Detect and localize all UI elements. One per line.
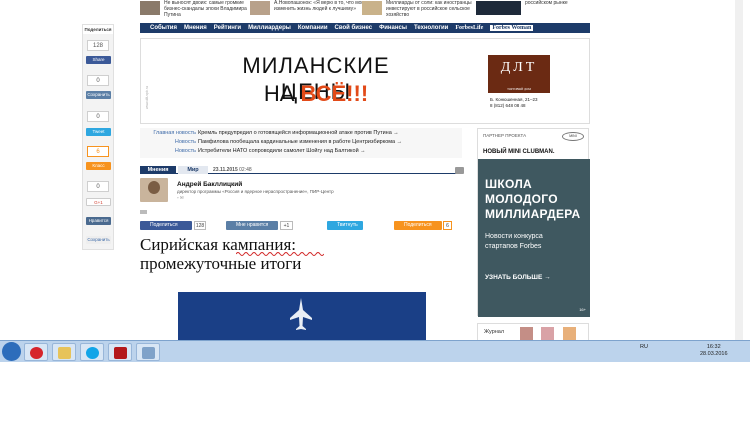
banner-vertical-text: www.dlt-spb.ru [145, 86, 149, 109]
start-button[interactable] [2, 342, 21, 361]
ok-class-button[interactable]: Класс [86, 162, 111, 170]
fb-share-button[interactable]: Поделиться [140, 221, 192, 230]
tweet-button[interactable]: Твитнуть [327, 221, 363, 230]
vk-save-count: 0 [87, 75, 109, 86]
magazine-cover[interactable] [541, 327, 554, 341]
top-news-strip: Не выносят двоих: самые громкие бизнес-с… [140, 0, 590, 22]
blank-area [0, 362, 750, 422]
save-button[interactable]: Сохранить [86, 236, 111, 244]
print-icon[interactable] [455, 167, 464, 174]
vk-like-count: +1 [280, 221, 293, 230]
ok-share-count: 6 [443, 221, 452, 230]
spellcheck-underline-icon [236, 252, 324, 256]
partner-promo-box[interactable]: ШКОЛА МОЛОДОГО МИЛЛИАРДЕРА Новости конку… [478, 159, 590, 317]
author-name[interactable]: Андрей Бакллицкий [177, 181, 242, 188]
journal-label: Журнал [484, 329, 505, 335]
tab-world[interactable]: Мир [178, 166, 208, 174]
article-photo [178, 292, 426, 340]
news-thumbnail [140, 1, 160, 15]
nav-item-ratings[interactable]: Рейтинги [214, 25, 241, 31]
banner-line-2: НА ВСЁ!!! [263, 81, 369, 106]
tweet-count: 0 [87, 111, 109, 122]
tweet-button[interactable]: Tweet [86, 128, 111, 136]
article-share-bar: Поделиться 128 Мне нравится +1 Твитнуть … [140, 221, 470, 231]
magazine-cover[interactable] [520, 327, 533, 341]
magazine-cover[interactable] [563, 327, 576, 341]
fb-share-count: 128 [194, 221, 206, 230]
news-thumbnail [250, 1, 270, 15]
dlt-logo: ДЛТ ТОРГОВЫЙ ДОМ [488, 55, 550, 93]
nav-item-events[interactable]: События [150, 25, 177, 31]
windows-taskbar: RU 16:32 28.03.2016 [0, 340, 750, 362]
article-tabs: Мнения Мир [140, 166, 462, 174]
headline-row[interactable]: Новость Истребители НАТО сопроводили само… [140, 147, 462, 156]
nav-item-forbeslife[interactable]: ForbesLife [455, 25, 483, 31]
jet-plane-icon [290, 298, 312, 330]
main-nav: События Мнения Рейтинги Миллиардеры Комп… [140, 23, 590, 33]
nav-item-finance[interactable]: Финансы [379, 25, 407, 31]
vk-like-button[interactable]: Мне нравится [226, 221, 278, 230]
gplus-button[interactable]: G+1 [86, 198, 111, 206]
nav-item-tech[interactable]: Технологии [414, 25, 448, 31]
age-rating: 16+ [579, 307, 586, 312]
author-avatar [140, 178, 168, 202]
ok-class-count: 6 [87, 146, 109, 157]
vk-save-button[interactable]: Сохранить [86, 91, 111, 99]
explorer-taskbar-icon[interactable] [52, 343, 76, 361]
top-news-item[interactable]: А.Новопашонок: «Я верю в то, что могу из… [250, 0, 370, 20]
nav-item-billionaires[interactable]: Миллиардеры [248, 25, 291, 31]
promo-title: ШКОЛА МОЛОДОГО МИЛЛИАРДЕРА [485, 177, 581, 221]
nav-item-opinions[interactable]: Мнения [184, 25, 207, 31]
fb-share-button[interactable]: Share [86, 56, 111, 64]
like-button[interactable]: Нравится [86, 217, 111, 225]
article-date: 23.11.2015 02:48 [213, 167, 252, 173]
top-news-item[interactable]: российском рынке [476, 0, 590, 20]
top-news-item[interactable]: Миллиарды от соли: как иностранцы инвест… [362, 0, 482, 20]
nav-item-companies[interactable]: Компании [298, 25, 328, 31]
article-tag-icon [140, 210, 147, 214]
share-column-header: Поделиться [83, 25, 113, 34]
news-thumbnail [476, 1, 521, 15]
partner-label: ПАРТНЕР ПРОЕКТА [483, 133, 527, 138]
paint-taskbar-icon[interactable] [136, 343, 160, 361]
vertical-scrollbar[interactable] [735, 0, 743, 340]
headline-row[interactable]: Новость Памфилова пообещала кардинальные … [140, 138, 462, 147]
headline-list: Главная новость Кремль предупредил о гото… [140, 128, 462, 158]
news-thumbnail [362, 1, 382, 15]
nav-item-own-business[interactable]: Свой бизнес [335, 25, 373, 31]
ok-share-button[interactable]: Поделиться [394, 221, 442, 230]
share-column: Поделиться 128 Share 0 Сохранить 0 Tweet… [82, 24, 114, 250]
nav-item-forbeswoman[interactable]: Forbes Woman [490, 25, 534, 31]
tab-opinions[interactable]: Мнения [140, 166, 176, 174]
journal-block[interactable]: Журнал [477, 323, 589, 341]
system-clock[interactable]: 16:32 28.03.2016 [700, 344, 728, 358]
opera-taskbar-icon[interactable] [24, 343, 48, 361]
author-social-icons[interactable]: ▫ ✉ [177, 195, 184, 201]
banner-address: Б. Конюшенная, 21–23 8 (812) 648 08 48 [490, 97, 538, 108]
fb-share-count: 128 [87, 40, 109, 51]
partner-headline: НОВЫЙ MINI CLUBMAN. [483, 149, 555, 155]
headline-row[interactable]: Главная новость Кремль предупредил о гото… [140, 129, 462, 138]
partner-ad[interactable]: ПАРТНЕР ПРОЕКТА MINI НОВЫЙ MINI CLUBMAN.… [477, 128, 590, 317]
browser-page: Поделиться 128 Share 0 Сохранить 0 Tweet… [0, 0, 750, 341]
learn-more-link[interactable]: УЗНАТЬ БОЛЬШЕ → [485, 274, 551, 281]
mini-logo: MINI [562, 132, 584, 141]
ad-banner[interactable]: www.dlt-spb.ru МИЛАНСКИЕ ЦЕНЫ НА ВСЁ!!! … [140, 38, 590, 124]
acrobat-taskbar-icon[interactable] [108, 343, 132, 361]
promo-subtitle: Новости конкурса стартапов Forbes [485, 233, 543, 250]
gplus-count: 0 [87, 181, 109, 192]
author-description: директор программы «Россия и ядерное нер… [177, 189, 334, 194]
skype-taskbar-icon[interactable] [80, 343, 104, 361]
top-news-item[interactable]: Не выносят двоих: самые громкие бизнес-с… [140, 0, 260, 20]
language-indicator[interactable]: RU [640, 344, 648, 350]
